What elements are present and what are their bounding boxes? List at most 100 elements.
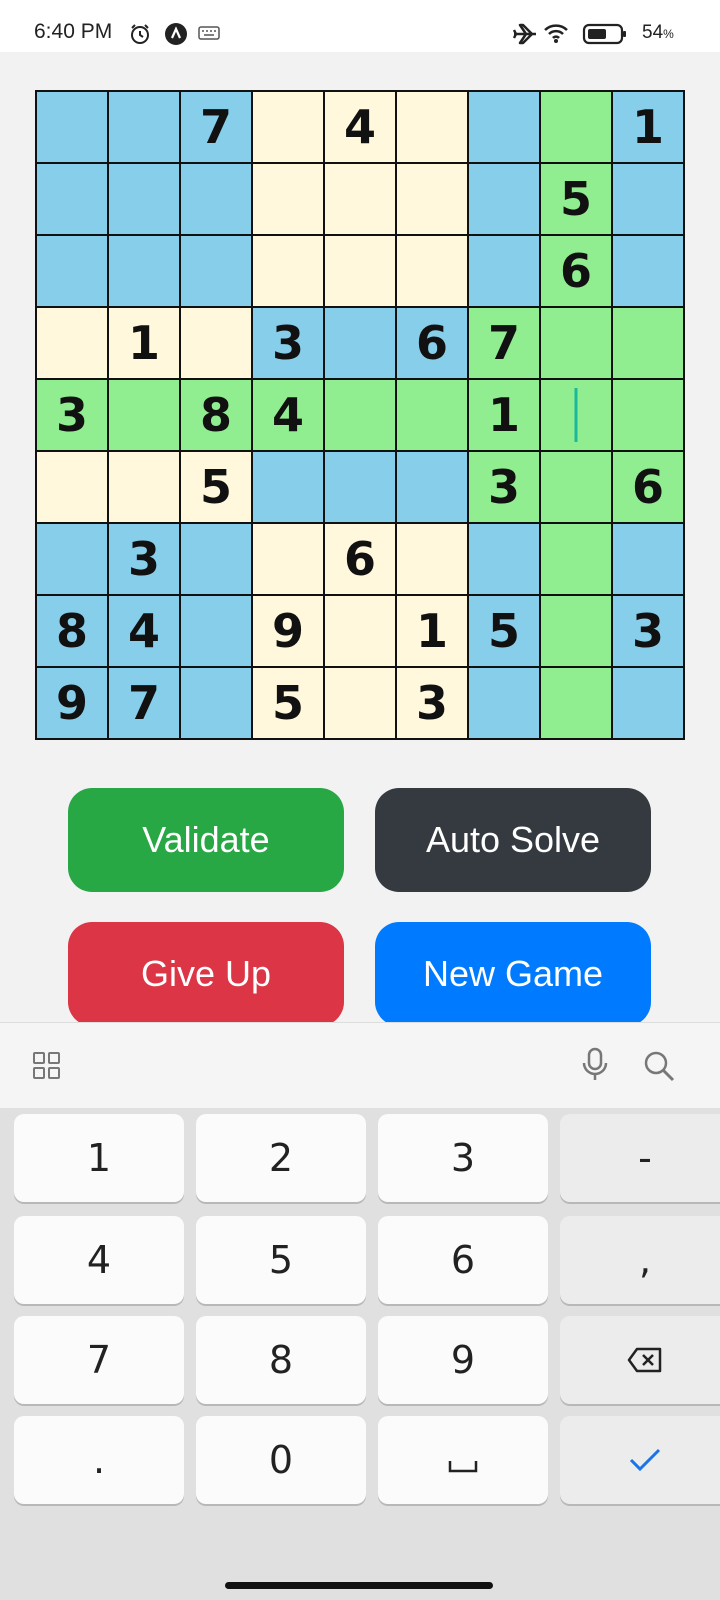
sudoku-cell[interactable] [181, 524, 251, 594]
sudoku-cell[interactable] [541, 524, 611, 594]
sudoku-cell[interactable] [37, 452, 107, 522]
sudoku-cell[interactable]: 7 [109, 668, 179, 738]
key--[interactable]: - [560, 1114, 720, 1202]
sudoku-cell[interactable] [325, 164, 395, 234]
sudoku-cell[interactable]: 7 [469, 308, 539, 378]
key-4[interactable]: 4 [14, 1216, 184, 1304]
key-6[interactable]: 6 [378, 1216, 548, 1304]
sudoku-cell[interactable]: 4 [325, 92, 395, 162]
sudoku-cell[interactable]: 3 [253, 308, 323, 378]
sudoku-cell[interactable] [613, 164, 683, 234]
sudoku-cell[interactable] [37, 92, 107, 162]
sudoku-cell[interactable]: 9 [253, 596, 323, 666]
sudoku-cell[interactable] [613, 308, 683, 378]
sudoku-cell[interactable]: 5 [253, 668, 323, 738]
sudoku-cell[interactable]: 4 [253, 380, 323, 450]
sudoku-cell[interactable] [541, 596, 611, 666]
sudoku-cell[interactable] [253, 452, 323, 522]
sudoku-cell[interactable] [397, 380, 467, 450]
validate-button[interactable]: Validate [68, 788, 344, 892]
sudoku-cell[interactable]: 3 [397, 668, 467, 738]
sudoku-cell[interactable]: 1 [109, 308, 179, 378]
key-,[interactable]: , [560, 1216, 720, 1304]
key-8[interactable]: 8 [196, 1316, 366, 1404]
key-5[interactable]: 5 [196, 1216, 366, 1304]
sudoku-cell[interactable] [109, 164, 179, 234]
sudoku-cell[interactable]: 4 [109, 596, 179, 666]
sudoku-cell[interactable]: 6 [397, 308, 467, 378]
search-icon[interactable] [642, 1049, 676, 1088]
sudoku-cell[interactable]: 5 [469, 596, 539, 666]
sudoku-cell[interactable] [109, 92, 179, 162]
sudoku-cell[interactable] [325, 380, 395, 450]
sudoku-cell[interactable] [181, 164, 251, 234]
sudoku-cell[interactable]: 3 [469, 452, 539, 522]
sudoku-cell[interactable] [469, 236, 539, 306]
sudoku-cell[interactable]: 8 [37, 596, 107, 666]
sudoku-cell[interactable] [325, 596, 395, 666]
microphone-icon[interactable] [580, 1047, 610, 1088]
sudoku-cell[interactable]: 3 [37, 380, 107, 450]
sudoku-cell[interactable] [397, 164, 467, 234]
sudoku-cell[interactable] [181, 668, 251, 738]
sudoku-cell[interactable] [397, 236, 467, 306]
sudoku-cell[interactable] [253, 524, 323, 594]
sudoku-cell[interactable] [613, 380, 683, 450]
sudoku-cell[interactable]: 1 [397, 596, 467, 666]
sudoku-cell[interactable]: 3 [613, 596, 683, 666]
sudoku-cell[interactable] [325, 236, 395, 306]
sudoku-cell[interactable]: 1 [469, 380, 539, 450]
sudoku-cell[interactable] [109, 236, 179, 306]
sudoku-cell[interactable] [181, 236, 251, 306]
sudoku-cell[interactable] [37, 236, 107, 306]
sudoku-cell[interactable] [469, 164, 539, 234]
auto-solve-button[interactable]: Auto Solve [375, 788, 651, 892]
sudoku-cell[interactable] [469, 524, 539, 594]
sudoku-cell[interactable] [397, 92, 467, 162]
sudoku-cell[interactable] [469, 668, 539, 738]
key-1[interactable]: 1 [14, 1114, 184, 1202]
sudoku-cell[interactable]: 7 [181, 92, 251, 162]
sudoku-cell[interactable]: 5 [541, 164, 611, 234]
checkmark-key[interactable] [560, 1416, 720, 1504]
key-3[interactable]: 3 [378, 1114, 548, 1202]
sudoku-cell[interactable] [541, 308, 611, 378]
sudoku-cell[interactable] [181, 308, 251, 378]
sudoku-cell[interactable] [541, 668, 611, 738]
key-.[interactable]: . [14, 1416, 184, 1504]
sudoku-cell[interactable] [181, 596, 251, 666]
sudoku-cell[interactable] [541, 92, 611, 162]
sudoku-cell[interactable] [37, 308, 107, 378]
give-up-button[interactable]: Give Up [68, 922, 344, 1026]
sudoku-cell[interactable] [325, 308, 395, 378]
sudoku-cell[interactable]: 6 [325, 524, 395, 594]
sudoku-cell[interactable] [37, 164, 107, 234]
sudoku-cell[interactable] [109, 452, 179, 522]
sudoku-cell[interactable] [253, 236, 323, 306]
sudoku-cell[interactable]: 6 [613, 452, 683, 522]
sudoku-cell[interactable] [325, 452, 395, 522]
new-game-button[interactable]: New Game [375, 922, 651, 1026]
sudoku-cell[interactable]: 6 [541, 236, 611, 306]
sudoku-cell[interactable]: 9 [37, 668, 107, 738]
sudoku-cell[interactable] [109, 380, 179, 450]
key-9[interactable]: 9 [378, 1316, 548, 1404]
sudoku-cell[interactable] [253, 92, 323, 162]
sudoku-cell[interactable] [253, 164, 323, 234]
key-0[interactable]: 0 [196, 1416, 366, 1504]
sudoku-cell[interactable] [397, 524, 467, 594]
sudoku-cell[interactable] [469, 92, 539, 162]
sudoku-cell[interactable] [613, 668, 683, 738]
sudoku-cell[interactable]: 1 [613, 92, 683, 162]
sudoku-cell[interactable] [37, 524, 107, 594]
home-gesture-handle[interactable] [225, 1582, 493, 1589]
sudoku-cell[interactable] [613, 524, 683, 594]
key-7[interactable]: 7 [14, 1316, 184, 1404]
sudoku-cell[interactable] [397, 452, 467, 522]
space-key[interactable] [378, 1416, 548, 1504]
sudoku-cell[interactable] [541, 452, 611, 522]
sudoku-cell[interactable] [541, 380, 611, 450]
sudoku-cell[interactable] [613, 236, 683, 306]
key-2[interactable]: 2 [196, 1114, 366, 1202]
sudoku-cell[interactable] [325, 668, 395, 738]
